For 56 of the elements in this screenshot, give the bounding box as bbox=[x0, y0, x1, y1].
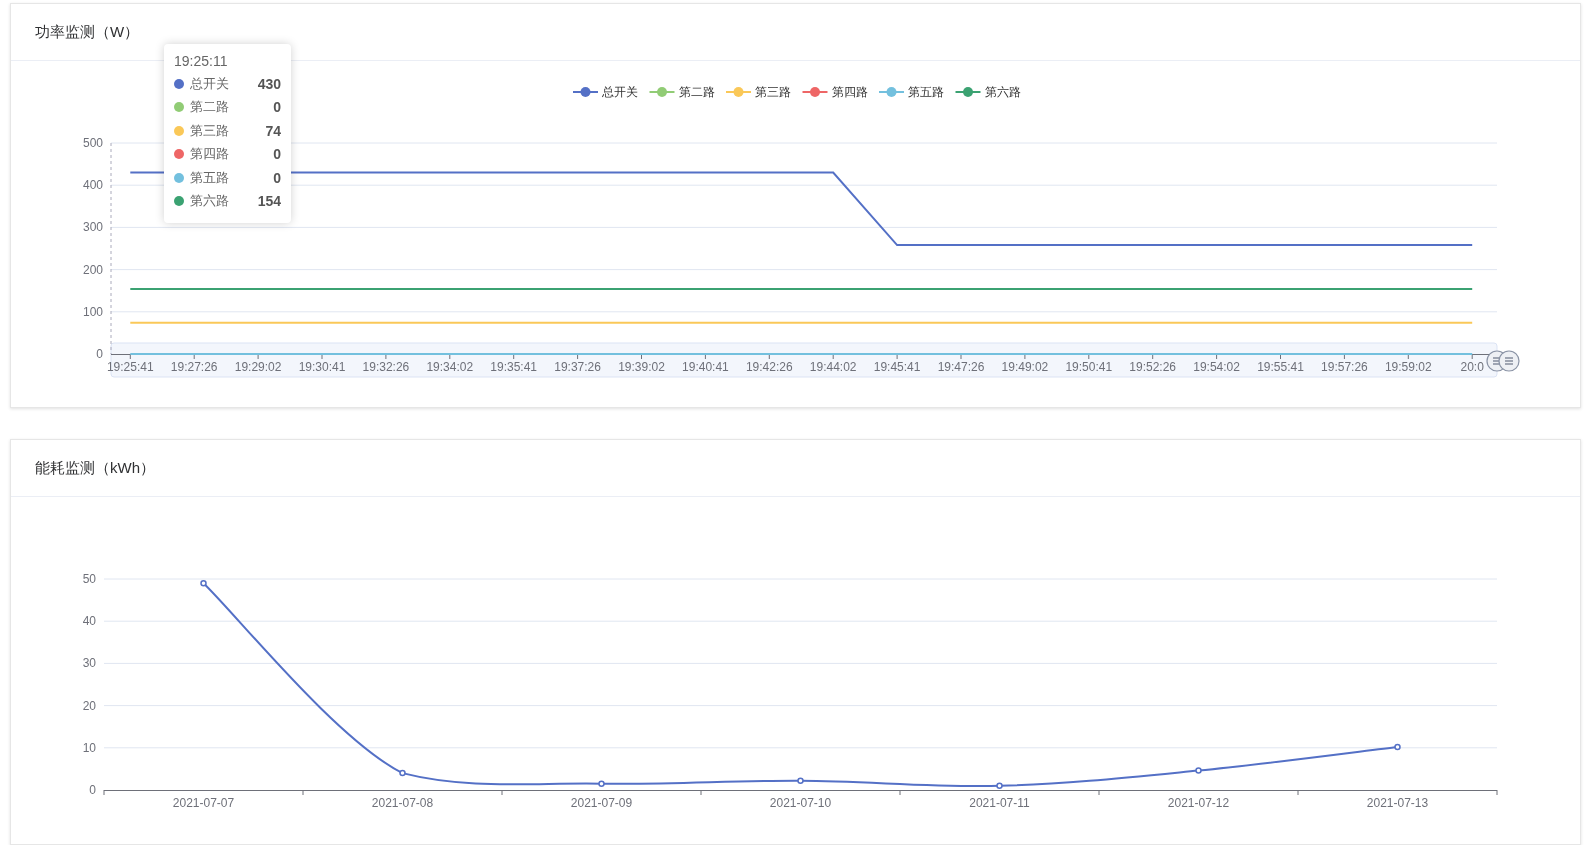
axis-label: 10 bbox=[82, 740, 96, 755]
axis-label: 19:25:41 bbox=[106, 360, 154, 374]
axis-label: 0 bbox=[89, 783, 96, 797]
axis-label: 19:29:02 bbox=[234, 360, 282, 374]
axis-label: 0 bbox=[96, 347, 103, 361]
axis-label: 19:39:02 bbox=[618, 360, 665, 374]
axis-label: 19:44:02 bbox=[809, 360, 857, 374]
card-title: 能耗监测（kWh） bbox=[35, 458, 155, 478]
axis-label: 19:40:41 bbox=[682, 360, 729, 374]
series-name: 第二路 bbox=[190, 98, 230, 117]
axis-label: 19:47:26 bbox=[937, 360, 985, 374]
axis-label: 100 bbox=[82, 304, 103, 319]
series-value: 154 bbox=[257, 193, 281, 210]
axis-label: 400 bbox=[82, 178, 103, 193]
axis-label: 2021-07-12 bbox=[1167, 796, 1230, 810]
axis-label: 30 bbox=[82, 656, 96, 671]
tooltip-time: 19:25:11 bbox=[174, 52, 229, 70]
axis-label: 19:30:41 bbox=[298, 360, 346, 374]
axis-label: 19:27:26 bbox=[170, 360, 218, 374]
series-value: 74 bbox=[265, 122, 281, 139]
axis-label: 19:59:02 bbox=[1384, 360, 1432, 374]
axis-label: 200 bbox=[82, 262, 103, 277]
axis-label: 50 bbox=[82, 572, 96, 586]
axis-label: 2021-07-10 bbox=[769, 796, 832, 810]
series-value: 0 bbox=[273, 99, 281, 116]
axis-label: 2021-07-13 bbox=[1366, 796, 1429, 810]
axis-label: 19:57:26 bbox=[1321, 360, 1368, 374]
series-name: 第六路 bbox=[190, 192, 230, 211]
axis-label: 19:55:41 bbox=[1257, 360, 1304, 374]
axis-label: 20:0 bbox=[1460, 360, 1484, 374]
axis-label: 2021-07-08 bbox=[371, 796, 434, 810]
axis-label: 300 bbox=[82, 220, 103, 235]
axis-label: 2021-07-11 bbox=[969, 796, 1030, 810]
axis-label: 19:50:41 bbox=[1065, 360, 1113, 374]
axis-label: 19:37:26 bbox=[554, 360, 601, 374]
axis-label: 19:32:26 bbox=[362, 360, 410, 374]
axis-label: 20 bbox=[82, 698, 96, 713]
axis-label: 19:34:02 bbox=[426, 360, 474, 374]
axis-label: 500 bbox=[82, 136, 103, 150]
series-name: 第三路 bbox=[190, 121, 230, 140]
axis-label: 2021-07-09 bbox=[570, 796, 633, 810]
series-name: 第四路 bbox=[190, 145, 230, 164]
axis-label: 40 bbox=[82, 614, 96, 629]
axis-label: 19:42:26 bbox=[745, 360, 793, 374]
series-name: 总开关 bbox=[190, 74, 230, 93]
axis-label: 19:49:02 bbox=[1001, 360, 1049, 374]
axis-label: 19:54:02 bbox=[1193, 360, 1240, 374]
series-value: 430 bbox=[257, 75, 281, 92]
axis-label: 19:35:41 bbox=[490, 360, 538, 374]
series-name: 第五路 bbox=[190, 168, 230, 187]
card-title: 功率监测（W） bbox=[35, 22, 140, 42]
axis-label: 19:52:26 bbox=[1129, 360, 1177, 374]
series-value: 0 bbox=[273, 146, 281, 163]
axis-label: 2021-07-07 bbox=[172, 796, 235, 810]
axis-label: 19:45:41 bbox=[873, 360, 921, 374]
series-value: 0 bbox=[273, 169, 281, 186]
